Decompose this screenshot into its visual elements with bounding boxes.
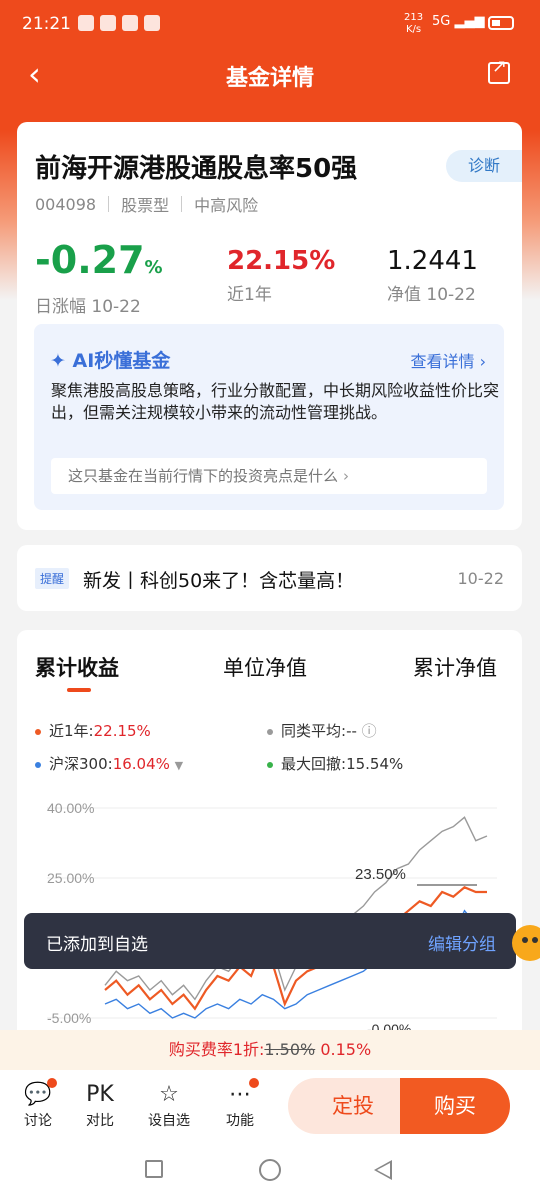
battery-icon <box>488 16 514 30</box>
legend-dot <box>35 728 41 735</box>
media-icon <box>144 15 160 31</box>
low-annotation: -0.00% <box>367 1021 411 1030</box>
home-icon[interactable] <box>259 1159 281 1181</box>
nav-label: 净值 10-22 <box>387 285 476 305</box>
chevron-right-icon: › <box>343 467 349 485</box>
year-return-stat: 22.15% 近1年 <box>227 246 335 305</box>
legend-dot <box>35 761 41 768</box>
ai-question-button[interactable]: 这只基金在当前行情下的投资亮点是什么 › <box>51 458 487 494</box>
fee-discount: 0.15% <box>320 1040 372 1059</box>
mascot-icon[interactable] <box>512 925 540 961</box>
recents-icon[interactable] <box>145 1160 163 1178</box>
series-line-1 <box>104 816 488 1001</box>
ai-title: ✦ AI秒懂基金 <box>50 350 171 372</box>
notification-dot <box>249 1078 259 1088</box>
sip-button[interactable]: 定投 <box>288 1078 418 1134</box>
notice-card[interactable]: 提醒 新发丨科创50来了！含芯量高！ 10-22 <box>17 545 522 611</box>
network-speed: 213 K/s <box>404 12 424 35</box>
year-return-label: 近1年 <box>227 285 272 305</box>
notice-date: 10-22 <box>457 569 505 588</box>
notice-tag: 提醒 <box>35 568 70 589</box>
legend-drawdown: 最大回撤:15.54% <box>267 753 403 774</box>
share-icon[interactable] <box>488 56 510 84</box>
fund-code: 004098 <box>35 194 97 214</box>
notice-text: 新发丨科创50来了！含芯量高！ <box>83 570 355 592</box>
chart-tabs: 累计收益 单位净值 累计净值 <box>17 652 522 692</box>
ai-more-link[interactable]: 查看详情 › <box>411 348 487 372</box>
nav-value: 1.2441 <box>387 246 478 276</box>
qq-icon <box>100 15 116 31</box>
toast: 已添加到自选 编辑分组 <box>24 913 516 969</box>
legend-fund: 近1年:22.15% <box>35 720 151 741</box>
year-return-value: 22.15% <box>227 246 336 276</box>
y-tick-label: 25.00% <box>47 870 94 886</box>
return-chart[interactable]: 40.00% 25.00% -5.00% 23.50% -0.00% <box>17 790 522 1030</box>
discuss-button[interactable]: 💬 讨论 <box>13 1078 63 1130</box>
ai-summary-text: 聚焦港股高股息策略，行业分散配置，中长期风险收益性价比突出，但需关注规模较小带来… <box>51 381 500 422</box>
diagnose-button[interactable]: 诊断 <box>446 150 522 182</box>
info-icon[interactable]: ⓘ <box>362 722 377 740</box>
tab-cumulative-return[interactable]: 累计收益 <box>35 652 119 682</box>
compare-button[interactable]: PK 对比 <box>75 1080 125 1130</box>
tab-indicator <box>67 688 91 692</box>
page-title: 基金详情 <box>225 66 314 91</box>
tab-cumulative-nav[interactable]: 累计净值 <box>413 652 497 682</box>
status-bar: 21:21 213 K/s 5G ▂▄▆ <box>0 0 540 48</box>
back-nav-icon[interactable] <box>374 1160 392 1180</box>
tab-unit-nav[interactable]: 单位净值 <box>223 652 307 682</box>
daily-change-stat: -0.27% 日涨幅 10-22 <box>35 238 163 317</box>
fee-bar: 购买费率1折:1.50% 0.15% <box>0 1030 540 1070</box>
caret-down-icon: ▼ <box>174 759 184 772</box>
buy-button[interactable]: 购买 <box>400 1078 510 1134</box>
nav-stat: 1.2441 净值 10-22 <box>387 246 478 305</box>
fund-risk: 中高风险 <box>194 196 259 215</box>
add-watchlist-button[interactable]: ☆ 设自选 <box>144 1080 194 1130</box>
sparkle-icon: ✦ <box>50 350 66 372</box>
signal-icon: 5G ▂▄▆ <box>432 14 485 29</box>
functions-button[interactable]: ⋯ 功能 <box>215 1078 265 1130</box>
notification-dot <box>47 1078 57 1088</box>
fund-name: 前海开源港股通股息率50强 <box>35 154 358 184</box>
wechat-icon <box>78 15 94 31</box>
notification-icons <box>78 15 160 31</box>
legend-index[interactable]: 沪深300:16.04% ▼ <box>35 753 183 774</box>
y-tick-label: -5.00% <box>47 1010 91 1026</box>
fee-original: 1.50% <box>264 1040 316 1059</box>
daily-change-value: -0.27 <box>35 238 145 282</box>
bottom-action-bar: 💬 讨论 PK 对比 ☆ 设自选 ⋯ 功能 定投 购买 <box>0 1070 540 1142</box>
edit-group-button[interactable]: 编辑分组 <box>428 930 496 955</box>
ai-summary-box: ✦ AI秒懂基金 查看详情 › 聚焦港股高股息策略，行业分散配置，中长期风险收益… <box>34 324 504 510</box>
star-icon: ☆ <box>159 1082 179 1107</box>
app-icon <box>122 15 138 31</box>
legend-peer: 同类平均:-- ⓘ <box>267 720 377 741</box>
fund-type: 股票型 <box>121 196 170 215</box>
y-tick-label: 40.00% <box>47 800 94 816</box>
toast-message: 已添加到自选 <box>46 935 148 955</box>
fund-meta: 004098 股票型 中高风险 <box>35 192 258 216</box>
chart-card: 累计收益 单位净值 累计净值 近1年:22.15% 同类平均:-- ⓘ 沪深30… <box>17 630 522 1050</box>
peak-annotation: 23.50% <box>355 866 406 883</box>
top-nav: ‹ 基金详情 <box>0 50 540 98</box>
status-time: 21:21 <box>22 14 71 34</box>
legend-dot <box>267 761 273 768</box>
divider <box>181 196 183 212</box>
fund-summary-card: 前海开源港股通股息率50强 诊断 004098 股票型 中高风险 -0.27% … <box>17 122 522 530</box>
pk-icon: PK <box>86 1082 114 1107</box>
daily-change-label: 日涨幅 10-22 <box>35 297 141 317</box>
divider <box>108 196 110 212</box>
legend-dot <box>267 728 273 735</box>
system-nav-bar <box>0 1142 540 1200</box>
